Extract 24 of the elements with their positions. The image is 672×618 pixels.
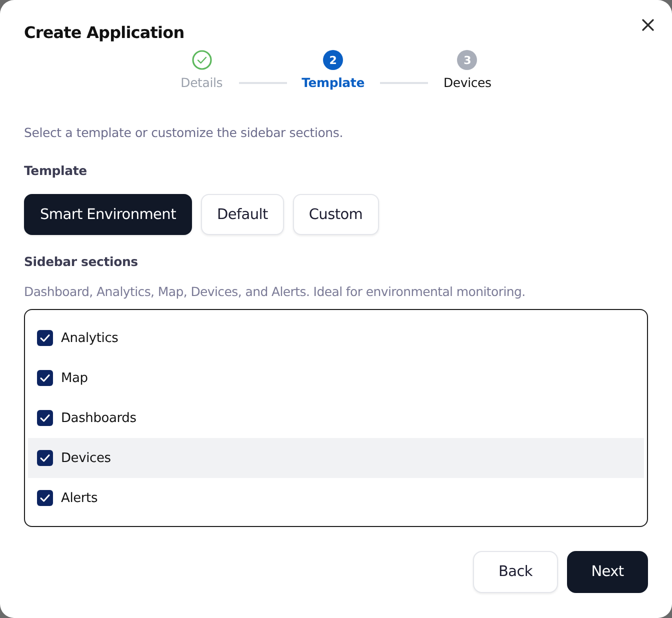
template-option[interactable]: Custom: [292, 194, 379, 235]
sections-description: Dashboard, Analytics, Map, Devices, and Alerts. Ideal for environmental monitoring.: [24, 284, 526, 300]
checkbox[interactable]: [37, 410, 53, 426]
next-button[interactable]: Next: [567, 551, 648, 593]
close-icon: [642, 19, 654, 31]
sections-heading: Sidebar sections: [24, 254, 139, 270]
section-option[interactable]: Devices: [28, 438, 644, 478]
checkbox[interactable]: [37, 330, 53, 346]
step-connector: [238, 82, 287, 84]
intro-text: Select a template or customize the sidebar sections.: [24, 125, 344, 141]
checkbox[interactable]: [37, 450, 53, 466]
step-number: 3: [457, 50, 478, 70]
step-connector: [380, 82, 428, 84]
dialog-title: Create Application: [24, 22, 184, 44]
step-number: 2: [323, 50, 344, 70]
template-option[interactable]: Smart Environment: [24, 194, 192, 235]
back-button[interactable]: Back: [473, 551, 558, 593]
step-label[interactable]: Template: [302, 75, 364, 91]
step-label[interactable]: Devices: [443, 75, 492, 91]
checkbox[interactable]: [37, 370, 53, 386]
template-heading: Template: [24, 163, 88, 179]
checkbox[interactable]: [37, 490, 53, 506]
close-button[interactable]: [642, 19, 654, 31]
template-option[interactable]: Default: [200, 194, 284, 235]
